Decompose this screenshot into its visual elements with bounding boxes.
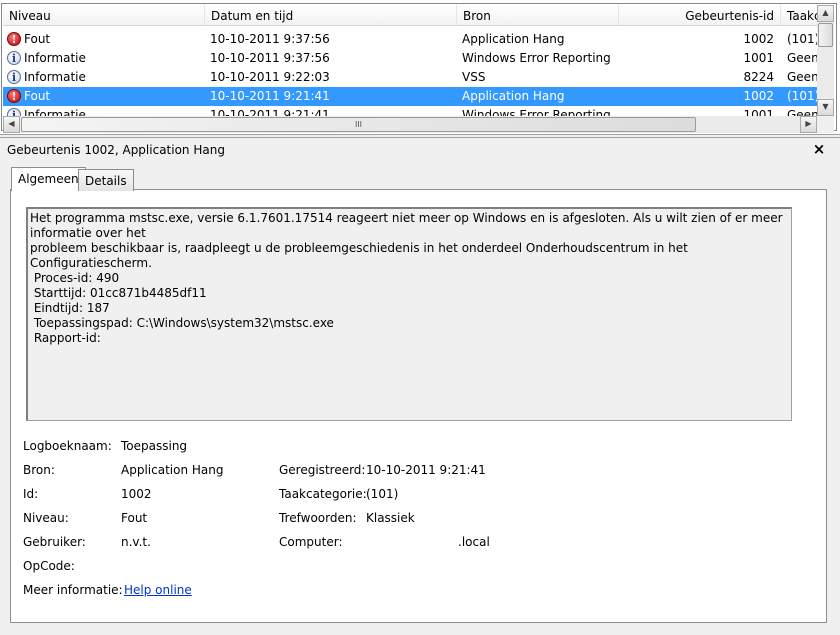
- tab-details[interactable]: Details: [78, 169, 134, 191]
- label-computer: Computer:: [279, 535, 343, 549]
- value-geregistreerd: 10-10-2011 9:21:41: [366, 463, 486, 477]
- table-row[interactable]: i Informatie 10-10-2011 9:21:41 Windows …: [3, 106, 817, 116]
- value-bron: Application Hang: [121, 463, 224, 477]
- vertical-scroll-thumb[interactable]: [818, 23, 833, 47]
- column-header-datum[interactable]: Datum en tijd: [205, 5, 457, 25]
- horizontal-scroll-thumb[interactable]: III: [21, 117, 696, 132]
- row-date: 10-10-2011 9:22:03: [210, 70, 330, 84]
- error-icon: !: [7, 89, 21, 103]
- info-icon: i: [7, 108, 21, 116]
- row-source: Application Hang: [462, 89, 565, 103]
- row-task: Geen: [787, 51, 817, 65]
- error-icon: !: [7, 32, 21, 46]
- row-event-id: 1002: [743, 89, 774, 103]
- row-level: Informatie: [24, 108, 86, 116]
- table-row[interactable]: i Informatie 10-10-2011 9:37:56 Windows …: [3, 49, 817, 68]
- label-meer-informatie: Meer informatie:: [23, 583, 123, 597]
- column-header-bron[interactable]: Bron: [457, 5, 619, 25]
- detail-title: Gebeurtenis 1002, Application Hang: [7, 143, 225, 157]
- scroll-left-button[interactable]: ◀: [3, 116, 20, 133]
- column-header-bar: Niveau Datum en tijd Bron Gebeurtenis-id…: [3, 5, 817, 26]
- row-task: Geen: [787, 108, 817, 116]
- row-task: (101): [787, 89, 817, 103]
- label-id: Id:: [23, 487, 39, 501]
- value-trefwoorden: Klassiek: [366, 511, 415, 525]
- column-header-gebeurtenis-id[interactable]: Gebeurtenis-id: [619, 5, 781, 25]
- row-event-id: 1002: [743, 32, 774, 46]
- row-date: 10-10-2011 9:21:41: [210, 89, 330, 103]
- row-source: Windows Error Reporting: [462, 51, 611, 65]
- label-bron: Bron:: [23, 463, 55, 477]
- row-level: Fout: [24, 32, 51, 46]
- value-niveau: Fout: [121, 511, 148, 525]
- column-header-taakcategorie[interactable]: Taakc: [781, 5, 817, 25]
- row-level: Informatie: [24, 70, 86, 84]
- table-row[interactable]: ! Fout 10-10-2011 9:37:56 Application Ha…: [3, 30, 817, 49]
- column-header-niveau[interactable]: Niveau: [3, 5, 205, 25]
- value-computer: .local: [458, 535, 490, 549]
- tab-algemeen[interactable]: Algemeen: [11, 167, 86, 191]
- row-source: Windows Error Reporting: [462, 108, 611, 116]
- row-event-id: 8224: [743, 70, 774, 84]
- label-opcode: OpCode:: [23, 559, 75, 573]
- row-task: Geen: [787, 70, 817, 84]
- info-icon: i: [7, 51, 21, 65]
- horizontal-scrollbar[interactable]: ◀ III ▶: [3, 116, 817, 133]
- event-description[interactable]: Het programma mstsc.exe, versie 6.1.7601…: [26, 207, 792, 421]
- label-taakcategorie: Taakcategorie:: [279, 487, 367, 501]
- table-row[interactable]: i Informatie 10-10-2011 9:22:03 VSS 8224…: [3, 68, 817, 87]
- event-list-panel: Niveau Datum en tijd Bron Gebeurtenis-id…: [0, 0, 840, 135]
- scroll-right-button[interactable]: ▶: [800, 116, 817, 133]
- label-trefwoorden: Trefwoorden:: [279, 511, 357, 525]
- label-geregistreerd: Geregistreerd:: [279, 463, 366, 477]
- row-event-id: 1001: [743, 51, 774, 65]
- table-row-selected[interactable]: ! Fout 10-10-2011 9:21:41 Application Ha…: [3, 87, 817, 106]
- help-online-link[interactable]: Help online: [124, 583, 192, 597]
- value-taakcategorie: (101): [366, 487, 399, 501]
- row-level: Informatie: [24, 51, 86, 65]
- close-icon[interactable]: ×: [811, 140, 827, 158]
- row-date: 10-10-2011 9:37:56: [210, 32, 330, 46]
- scrollbar-corner: [817, 116, 834, 133]
- row-task: (101): [787, 32, 817, 46]
- value-gebruiker: n.v.t.: [121, 535, 151, 549]
- value-logboeknaam: Toepassing: [121, 439, 188, 453]
- vertical-scrollbar[interactable]: ▲ ▼: [817, 5, 834, 116]
- label-gebruiker: Gebruiker:: [23, 535, 86, 549]
- event-rows: ! Fout 10-10-2011 9:37:56 Application Ha…: [3, 27, 817, 116]
- row-source: Application Hang: [462, 32, 565, 46]
- info-icon: i: [7, 70, 21, 84]
- row-source: VSS: [462, 70, 486, 84]
- scroll-up-button[interactable]: ▲: [817, 5, 834, 22]
- row-event-id: 1001: [743, 108, 774, 116]
- row-date: 10-10-2011 9:37:56: [210, 51, 330, 65]
- value-id: 1002: [121, 487, 152, 501]
- row-date: 10-10-2011 9:21:41: [210, 108, 330, 116]
- label-logboeknaam: Logboeknaam:: [23, 439, 112, 453]
- label-niveau: Niveau:: [23, 511, 69, 525]
- row-level: Fout: [24, 89, 51, 103]
- scroll-down-button[interactable]: ▼: [817, 99, 834, 116]
